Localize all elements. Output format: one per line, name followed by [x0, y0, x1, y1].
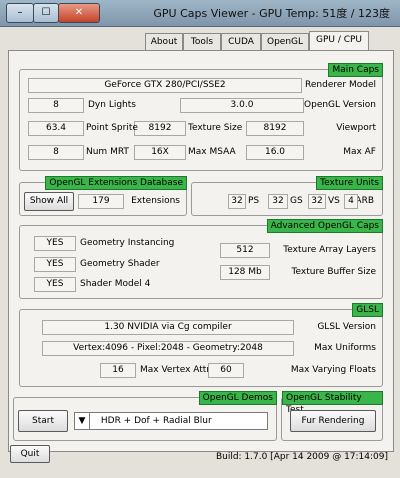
tab-cuda[interactable]: CUDA	[221, 33, 261, 51]
viewport-field: 8192	[246, 121, 304, 136]
dyn-lights-label: Dyn Lights	[88, 100, 136, 110]
advanced-caps-title: Advanced OpenGL Caps	[266, 219, 383, 233]
max-af-label: Max AF	[343, 147, 376, 157]
arb-field: 4	[344, 194, 358, 209]
fur-rendering-button[interactable]: Fur Rendering	[290, 410, 376, 432]
renderer-field: GeForce GTX 280/PCI/SSE2	[28, 78, 302, 93]
app-window: – ☐ ✕ GPU Caps Viewer - GPU Temp: 51度 / …	[0, 0, 400, 478]
main-caps-group: Main Caps Renderer Model GeForce GTX 280…	[19, 63, 383, 171]
max-vertex-attribs-field: 16	[100, 363, 136, 378]
max-af-field: 16.0	[246, 145, 304, 160]
demos-title: OpenGL Demos	[198, 391, 277, 405]
tab-tools[interactable]: Tools	[183, 33, 221, 51]
build-status: Build: 1.7.0 [Apr 14 2009 @ 17:14:09]	[215, 452, 388, 462]
close-button[interactable]: ✕	[58, 3, 100, 23]
max-uniforms-label: Max Uniforms	[314, 343, 376, 353]
max-msaa-label: Max MSAA	[188, 147, 236, 157]
tab-panel: Main Caps Renderer Model GeForce GTX 280…	[8, 50, 394, 452]
geometry-shader-label: Geometry Shader	[80, 259, 160, 269]
max-uniforms-field: Vertex:4096 - Pixel:2048 - Geometry:2048	[42, 341, 294, 356]
stability-title: OpenGL Stability Test	[282, 391, 383, 415]
texture-size-label: Texture Size	[188, 123, 243, 133]
tab-gpu-cpu[interactable]: GPU / CPU	[309, 31, 369, 52]
glsl-title: GLSL	[352, 303, 383, 317]
glsl-group: GLSL GLSL Version 1.30 NVIDIA via Cg com…	[19, 303, 383, 387]
extensions-db-title: OpenGL Extensions Database	[45, 176, 187, 190]
minimize-button[interactable]: –	[6, 3, 34, 23]
max-msaa-field: 16X	[134, 145, 186, 160]
demo-selected-value: HDR + Dof + Radial Blur	[100, 416, 212, 426]
geometry-shader-field: YES	[34, 257, 76, 272]
viewport-label: Viewport	[336, 123, 376, 133]
renderer-label: Renderer Model	[305, 80, 376, 90]
max-varying-floats-label: Max Varying Floats	[290, 365, 376, 375]
shader-model-4-field: YES	[34, 277, 76, 292]
geometry-instancing-label: Geometry Instancing	[80, 238, 175, 248]
ps-field: 32	[228, 194, 246, 209]
tab-opengl[interactable]: OpenGL	[261, 33, 309, 51]
texture-array-layers-label: Texture Array Layers	[283, 245, 376, 255]
chevron-down-icon[interactable]: ▼	[75, 413, 90, 429]
stability-group: OpenGL Stability Test Fur Rendering	[281, 391, 383, 441]
geometry-instancing-field: YES	[34, 236, 76, 251]
texture-array-layers-field: 512	[220, 243, 270, 258]
gs-field: 32	[268, 194, 288, 209]
num-mrt-label: Num MRT	[86, 147, 129, 157]
quit-button[interactable]: Quit	[10, 445, 50, 463]
gs-label: GS	[290, 196, 303, 206]
max-varying-floats-field: 60	[208, 363, 244, 378]
point-sprite-field: 63.4	[28, 121, 84, 136]
texture-size-field: 8192	[134, 121, 186, 136]
arb-label: ARB	[355, 196, 374, 206]
dyn-lights-field: 8	[28, 98, 84, 113]
num-mrt-field: 8	[28, 145, 84, 160]
glsl-version-label: GLSL Version	[317, 322, 376, 332]
opengl-version-field: 3.0.0	[180, 98, 304, 113]
extensions-field: 179	[78, 194, 124, 209]
texture-buffer-size-label: Texture Buffer Size	[291, 267, 376, 277]
advanced-caps-group: Advanced OpenGL Caps Geometry Instancing…	[19, 219, 383, 299]
main-caps-title: Main Caps	[328, 63, 383, 77]
texture-buffer-size-field: 128 Mb	[220, 265, 270, 280]
glsl-version-field: 1.30 NVIDIA via Cg compiler	[42, 320, 294, 335]
opengl-version-label: OpenGL Version	[304, 100, 376, 110]
extensions-db-group: OpenGL Extensions Database Extensions 17…	[19, 176, 187, 216]
demo-select[interactable]: ▼ HDR + Dof + Radial Blur	[74, 412, 268, 430]
start-button[interactable]: Start	[18, 410, 68, 432]
maximize-button[interactable]: ☐	[33, 3, 59, 23]
title-bar: – ☐ ✕ GPU Caps Viewer - GPU Temp: 51度 / …	[0, 0, 400, 27]
point-sprite-label: Point Sprite	[86, 123, 138, 133]
texture-units-group: Texture Units ARB 4 VS 32 GS 32 PS 32	[191, 176, 383, 216]
window-title: GPU Caps Viewer - GPU Temp: 51度 / 123度	[153, 7, 390, 20]
texture-units-title: Texture Units	[316, 176, 383, 190]
extensions-label: Extensions	[131, 196, 180, 206]
vs-label: VS	[328, 196, 340, 206]
demos-group: OpenGL Demos Start ▼ HDR + Dof + Radial …	[13, 391, 277, 441]
shader-model-4-label: Shader Model 4	[80, 279, 151, 289]
ps-label: PS	[248, 196, 260, 206]
vs-field: 32	[308, 194, 326, 209]
show-all-button[interactable]: Show All	[24, 192, 74, 211]
tab-about[interactable]: About	[145, 33, 183, 51]
